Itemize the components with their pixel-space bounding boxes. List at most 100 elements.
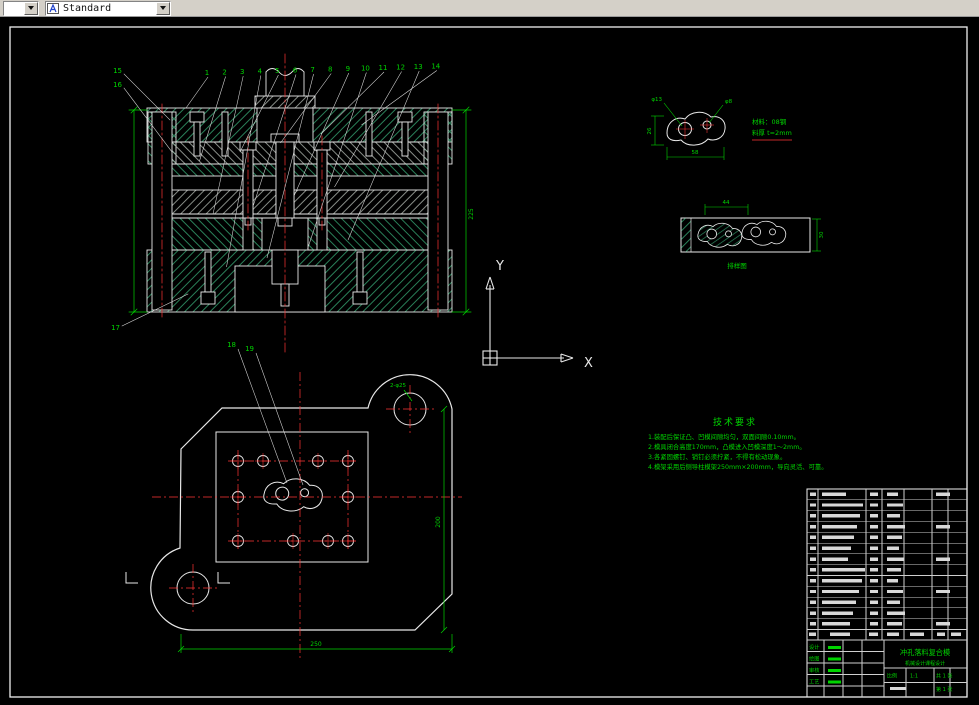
- balloon-number: 18: [227, 341, 236, 349]
- dim-strip-pitch: 44: [723, 200, 730, 206]
- workspace-combo-value: [4, 2, 24, 15]
- org-name: 机械设计课程设计: [905, 660, 945, 667]
- parts-list-entry: [810, 600, 816, 604]
- scale-value: 1:1: [910, 674, 918, 680]
- parts-list-header: [830, 632, 850, 637]
- balloon-number: 3: [240, 68, 244, 76]
- plan-dimensions: 250 200 2-φ25: [177, 383, 456, 653]
- part-outline: [666, 111, 726, 146]
- signature-name: [828, 669, 841, 672]
- strip-view: 44 30 排样图: [680, 200, 825, 270]
- dim-section-height: 225: [468, 208, 475, 220]
- parts-list-entry: [810, 546, 816, 550]
- plan-holes: [230, 453, 356, 549]
- signature-label: 绘图: [809, 655, 819, 663]
- drawing-title: 冲孔落料复合模: [900, 648, 950, 657]
- balloon-number: 6: [293, 67, 298, 75]
- text-style-combo-value: Standard: [63, 2, 112, 14]
- plan-outline: [125, 374, 453, 631]
- parts-list-header: [869, 632, 878, 637]
- balloon-number: 10: [361, 65, 370, 73]
- app-window: Standard 225 15 16 17 1 2 3 4 5 6 7 8 9 …: [0, 0, 979, 705]
- tech-requirements-title: 技术要求: [713, 416, 757, 428]
- parts-list-entry: [810, 535, 816, 540]
- part-note-thickness: 料厚 t=2mm: [752, 128, 792, 137]
- parts-list-entry: [810, 578, 816, 583]
- strip-hatch-end: [680, 217, 692, 253]
- parts-list-header: [937, 632, 945, 637]
- parts-list-entry: [810, 557, 816, 561]
- parts-list-entry: [810, 568, 816, 572]
- tech-requirement-item: 3.各紧固螺钉、销钉必须拧紧，不得有松动现象。: [648, 452, 786, 461]
- balloon-number: 4: [258, 68, 263, 76]
- balloon-number: 9: [346, 65, 350, 73]
- part-view: 58 26 φ8 φ13 材料：08钢 料厚 t=2mm: [647, 97, 792, 160]
- balloon-number: 17: [111, 324, 120, 332]
- balloon-number: 12: [396, 64, 405, 72]
- dim-plan-height: 200: [435, 516, 442, 528]
- dim-strip-width: 30: [819, 231, 825, 238]
- sheet-number: 第 1 张: [936, 686, 952, 693]
- x-axis-label: X: [584, 356, 593, 371]
- dim-plan-width: 250: [310, 641, 322, 648]
- part-notes: 材料：08钢 料厚 t=2mm: [752, 117, 792, 141]
- balloon-number: 19: [245, 345, 254, 353]
- style-icon: [46, 2, 60, 14]
- balloon-number: 11: [379, 64, 388, 72]
- parts-list-entry: [810, 514, 816, 518]
- dim-part-height: 26: [647, 127, 653, 134]
- plan-view: 18 19 250 200 2-φ25: [125, 341, 462, 658]
- dim-guide-holes: 2-φ25: [390, 383, 407, 389]
- balloon-number: 13: [414, 63, 423, 71]
- dim-part-hole-small: φ8: [725, 99, 733, 105]
- signature-label: 审核: [809, 666, 819, 674]
- signature-name: [828, 657, 841, 661]
- balloon-number: 8: [328, 66, 332, 74]
- parts-list-entry: [810, 503, 816, 507]
- signature-name: [828, 646, 841, 649]
- parts-list-header: [951, 632, 961, 637]
- tech-requirements: 技术要求 1.装配后保证凸、凹模间隙均匀，双面间隙0.10mm。 2.模具闭合高…: [648, 416, 828, 471]
- chevron-down-icon[interactable]: [24, 1, 38, 15]
- title-block: 设计 绘图 审核 工艺 冲孔落料复合模 机械设计课程设计 比例 1:1 共 1 …: [806, 488, 968, 698]
- parts-list-entry: [810, 524, 816, 529]
- parts-list-entry: [810, 589, 816, 594]
- parts-list-entry: [810, 622, 816, 626]
- y-axis-label: Y: [495, 259, 504, 274]
- strip-blank-hatched: [697, 222, 743, 248]
- drawing-canvas[interactable]: 225 15 16 17 1 2 3 4 5 6 7 8 9 10 11 12 13 14: [0, 0, 979, 705]
- parts-list-header: [887, 632, 899, 637]
- title-block-entry: [890, 687, 906, 690]
- workspace-combo[interactable]: [3, 0, 39, 16]
- cad-drawing: 225 15 16 17 1 2 3 4 5 6 7 8 9 10 11 12 13 14: [9, 26, 968, 698]
- balloon-number: 16: [113, 81, 122, 89]
- part-dimensions: 58 26 φ8 φ13: [647, 97, 733, 160]
- scale-label: 比例: [887, 673, 897, 680]
- balloon-number: 5: [275, 67, 279, 75]
- dim-part-hole-big: φ13: [651, 97, 662, 103]
- signature-label: 工艺: [809, 679, 819, 686]
- parts-list-header: [910, 632, 924, 637]
- tech-requirement-item: 2.模具闭合高度170mm，凸模进入凹模深度1～2mm。: [648, 442, 806, 451]
- plan-centerlines: [152, 372, 462, 658]
- strip-label: 排样图: [727, 261, 747, 270]
- parts-list-entry: [810, 611, 816, 615]
- strip-blank-outline: [741, 220, 787, 246]
- section-view: 225 15 16 17: [111, 53, 475, 353]
- balloon-number: 14: [431, 63, 440, 71]
- balloon-number: 2: [222, 69, 226, 77]
- leader-line: [185, 76, 209, 109]
- part-note-material: 材料：08钢: [752, 117, 787, 126]
- plan-part-cutout: [263, 478, 323, 512]
- toolbar: Standard: [0, 0, 979, 17]
- parts-list: [807, 492, 967, 637]
- balloon-number: 7: [310, 66, 314, 74]
- balloon-number: 15: [113, 67, 122, 75]
- ucs-icon: Y X: [482, 259, 593, 371]
- dim-part-width: 58: [692, 150, 699, 156]
- parts-list-header: [809, 632, 816, 637]
- text-style-combo[interactable]: Standard: [45, 0, 171, 16]
- plan-leaders: 18 19: [227, 341, 304, 486]
- chevron-down-icon[interactable]: [156, 1, 170, 15]
- signature-label: 设计: [809, 643, 819, 651]
